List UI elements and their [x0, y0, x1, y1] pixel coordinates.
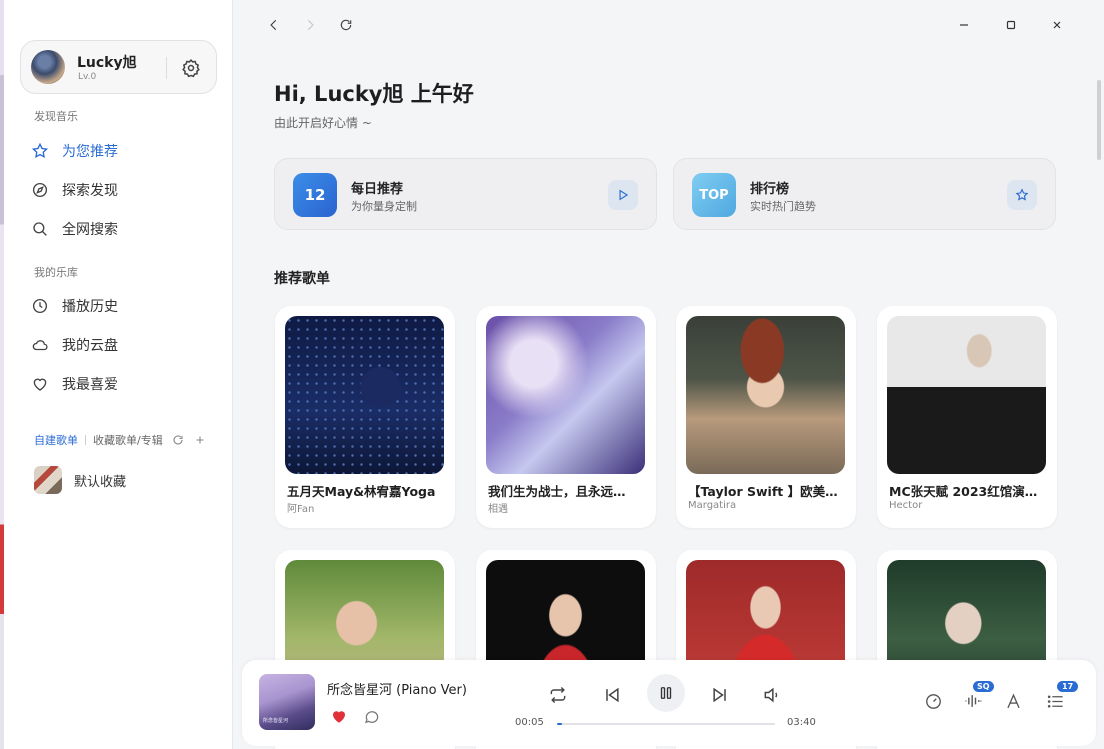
playlist-card[interactable]: 五月天May&林宥嘉Yoga 阿Fan [275, 306, 455, 528]
playlist-author: Hector [889, 500, 923, 511]
progress-fill [557, 723, 562, 725]
playlist-card[interactable]: 我们生为战士，且永远… 相遇 [476, 306, 656, 528]
volume-icon[interactable] [759, 682, 785, 708]
playlist-tabs: 自建歌单 收藏歌单/专辑 [34, 432, 219, 448]
cover-text: 所念皆星河 [263, 718, 289, 724]
forward-button[interactable] [299, 14, 321, 36]
divider [85, 435, 86, 445]
nav-label: 全网搜索 [62, 222, 118, 238]
nav-item-history[interactable]: 播放历史 [30, 292, 220, 320]
player-bar: 所念皆星河 所念皆星河 (Piano Ver) 00:05 03:40 SQ 1… [242, 660, 1096, 746]
divider [166, 57, 167, 79]
playlist-title: 我们生为战士，且永远… [488, 484, 626, 499]
user-card[interactable]: Lucky旭 Lv.0 [20, 40, 217, 94]
feature-subtitle: 实时热门趋势 [750, 200, 816, 213]
close-button[interactable] [1046, 14, 1068, 36]
nav-label: 我最喜爱 [62, 377, 118, 393]
top-badge: TOP [692, 173, 736, 217]
playlist-cover[interactable] [686, 316, 845, 474]
calendar-badge: 12 [293, 173, 337, 217]
playlist-title: 【Taylor Swift 】欧美… [688, 484, 838, 499]
back-button[interactable] [263, 14, 285, 36]
compass-icon [30, 180, 50, 200]
quality-badge: SQ [973, 681, 994, 692]
total-time: 03:40 [787, 717, 816, 728]
playlist-cover[interactable] [285, 316, 444, 474]
previous-icon[interactable] [599, 682, 625, 708]
playlist-author: Margatira [688, 500, 737, 511]
playlist-thumbnail [34, 466, 62, 494]
sidebar-playlist-default[interactable]: 默认收藏 [34, 466, 126, 494]
playlist-queue-icon[interactable] [1044, 690, 1066, 712]
clock-icon [30, 296, 50, 316]
feature-title: 排行榜 [750, 182, 790, 197]
star-icon [30, 141, 50, 161]
search-icon [30, 219, 50, 239]
nav-label: 为您推荐 [62, 144, 118, 160]
star-icon [1015, 188, 1029, 201]
refresh-button[interactable] [335, 14, 357, 36]
page-title: Hi, Lucky旭 上午好 [274, 82, 474, 106]
tab-collected-playlists[interactable]: 收藏歌单/专辑 [93, 432, 163, 448]
playlist-cover[interactable] [486, 316, 645, 474]
nav-item-explore[interactable]: 探索发现 [30, 176, 220, 204]
nav-item-search[interactable]: 全网搜索 [30, 215, 220, 243]
page-subtitle: 由此开启好心情 ~ [274, 116, 372, 130]
nav-item-favorites[interactable]: 我最喜爱 [30, 370, 220, 398]
cloud-icon [30, 335, 50, 355]
comment-icon[interactable] [363, 708, 381, 726]
minimize-button[interactable] [953, 14, 975, 36]
maximize-button[interactable] [1000, 14, 1022, 36]
user-name: Lucky旭 [77, 55, 137, 71]
playlist-title: 五月天May&林宥嘉Yoga [287, 484, 436, 499]
section-library: 我的乐库 [34, 266, 78, 279]
heart-icon [30, 374, 50, 394]
play-button[interactable] [608, 180, 638, 210]
next-icon[interactable] [707, 682, 733, 708]
favorite-button[interactable] [1007, 180, 1037, 210]
heart-icon[interactable] [330, 707, 348, 725]
nav-label: 我的云盘 [62, 338, 118, 354]
feature-subtitle: 为你量身定制 [351, 200, 417, 213]
playlist-card[interactable]: 【Taylor Swift 】欧美… Margatira [676, 306, 856, 528]
daily-recommend-card[interactable]: 12 每日推荐 为你量身定制 [274, 158, 657, 230]
playlist-author: 相遇 [488, 504, 508, 515]
soundwave-icon[interactable] [962, 690, 984, 712]
scrollbar[interactable] [1097, 80, 1101, 160]
playlist-author: 阿Fan [287, 504, 315, 515]
nav-item-recommend[interactable]: 为您推荐 [30, 137, 220, 165]
feature-title: 每日推荐 [351, 182, 404, 197]
nav-item-cloud[interactable]: 我的云盘 [30, 331, 220, 359]
playlist-card[interactable]: MC张天赋 2023红馆演… Hector [877, 306, 1057, 528]
gear-icon[interactable] [181, 58, 201, 78]
play-icon [619, 189, 629, 201]
pause-button[interactable] [647, 674, 685, 712]
playlist-cover[interactable] [887, 316, 1046, 474]
progress-slider[interactable] [557, 723, 775, 725]
tab-created-playlists[interactable]: 自建歌单 [34, 432, 78, 448]
playlist-label: 默认收藏 [74, 474, 127, 490]
repeat-icon[interactable] [545, 682, 571, 708]
pause-icon [660, 687, 672, 699]
section-discover: 发现音乐 [34, 110, 78, 123]
add-icon[interactable] [193, 433, 207, 447]
now-playing-cover[interactable]: 所念皆星河 [259, 674, 315, 730]
nav-label: 探索发现 [62, 183, 118, 199]
user-level: Lv.0 [78, 72, 97, 82]
sidebar: Lucky旭 Lv.0 发现音乐 为您推荐 探索发现 全网搜索 我的乐库 播放历… [4, 0, 233, 749]
playlist-title: MC张天赋 2023红馆演… [889, 484, 1038, 499]
nav-label: 播放历史 [62, 299, 118, 315]
now-playing-title[interactable]: 所念皆星河 (Piano Ver) [327, 679, 477, 698]
speed-gauge-icon[interactable] [922, 690, 944, 712]
section-recommend-playlists: 推荐歌单 [274, 271, 330, 287]
current-time: 00:05 [515, 717, 544, 728]
lyrics-font-icon[interactable] [1002, 690, 1024, 712]
refresh-icon[interactable] [171, 433, 185, 447]
avatar[interactable] [31, 50, 65, 84]
chart-ranking-card[interactable]: TOP 排行榜 实时热门趋势 [673, 158, 1056, 230]
queue-count-badge: 17 [1057, 681, 1079, 692]
